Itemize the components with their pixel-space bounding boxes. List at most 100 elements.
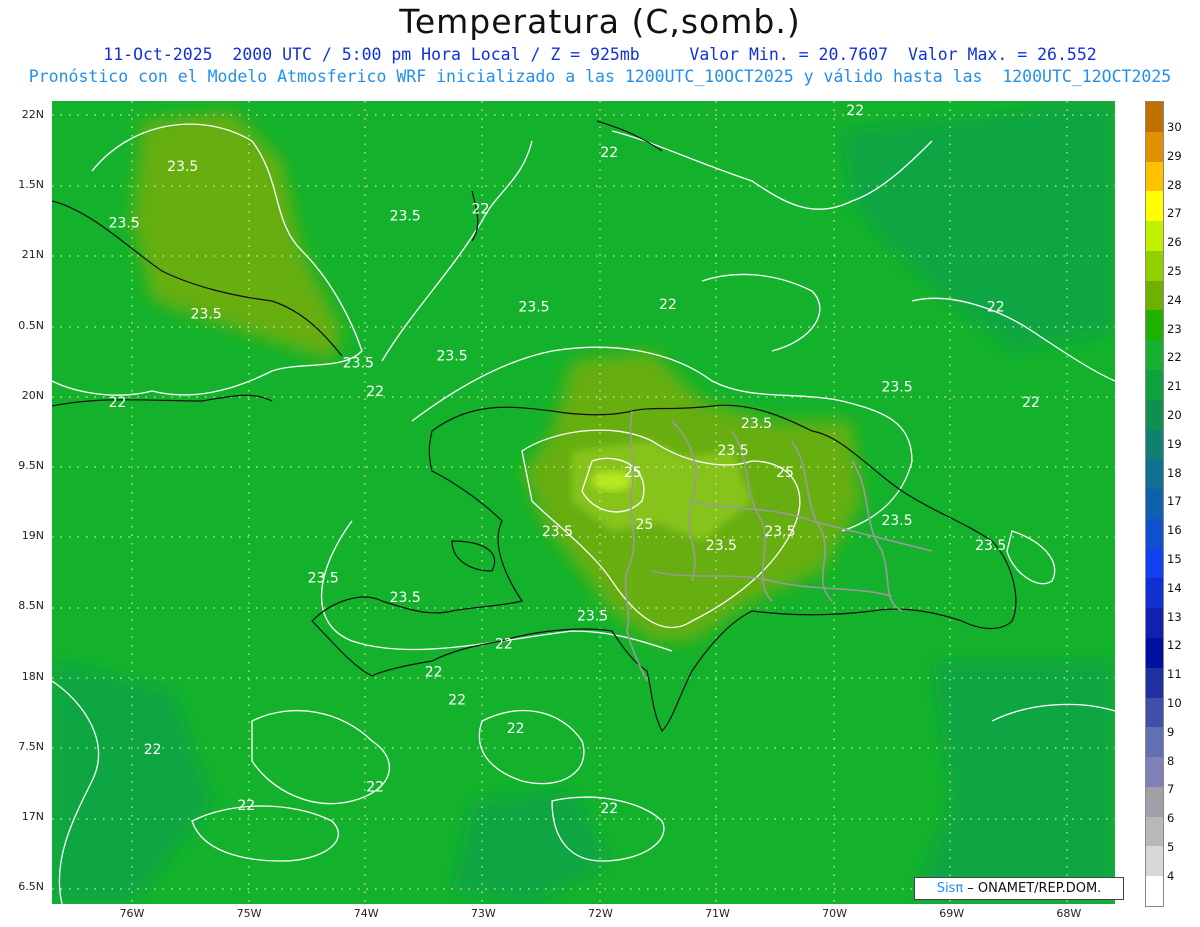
contour-label: 22 [987,300,1005,316]
colorbar-segment [1146,250,1163,282]
colorbar-segment [1146,191,1163,222]
colorbar-segment [1146,846,1163,877]
colorbar-segment [1146,310,1163,341]
colorbar-segment [1146,489,1163,520]
map-title: Temperatura (C,somb.) [399,2,801,41]
colorbar-value: 10 [1167,696,1182,710]
colorbar-segment [1146,102,1163,133]
contour-label: 22 [237,798,255,814]
colorbar-segment [1146,876,1163,907]
colorbar-segment [1146,518,1163,550]
colorbar-segment [1146,727,1163,758]
contour-label: 22 [109,395,127,411]
colorbar [1145,101,1164,907]
colorbar-segment [1146,757,1163,788]
lat-tick-label: 7.5N [18,739,44,753]
colorbar-value: 22 [1167,350,1182,365]
contour-label: 23.5 [191,307,222,323]
contour-label: 23.5 [577,608,608,624]
lat-tick-label: 0.5N [18,318,44,332]
lat-tick-label: 18N [21,669,44,683]
contour-label: 23.5 [167,159,198,175]
colorbar-value: 28 [1167,177,1182,192]
sisp-logo: Sisπ [936,881,964,896]
contour-label: 22 [472,201,490,217]
colorbar-segment [1146,786,1163,818]
contour-label: 22 [659,297,677,313]
contour-label: 23.5 [343,356,374,372]
colorbar-value: 15 [1167,552,1182,566]
colorbar-value: 27 [1167,206,1182,221]
contour-label: 23.5 [706,538,737,554]
colorbar-value: 9 [1167,724,1175,739]
colorbar-segment [1146,638,1163,669]
contour-label: 22 [846,103,864,119]
lat-tick-label: 8.5N [18,599,44,613]
colorbar-segment [1146,221,1163,252]
lat-tick-label: 19N [21,529,44,543]
colorbar-segment [1146,280,1163,311]
contour-label: 23.5 [542,524,573,540]
colorbar-segment [1146,370,1163,401]
colorbar-segment [1146,578,1163,609]
colorbar-value: 21 [1167,379,1182,394]
colorbar-value: 16 [1167,523,1182,538]
lon-tick-label: 70W [822,907,848,920]
lon-tick-label: 72W [587,907,613,920]
colorbar-value: 24 [1167,292,1182,307]
contour-label: 22 [366,780,384,796]
colorbar-value: 20 [1167,408,1182,422]
subtitle-line-1: 11-Oct-2025 2000 UTC / 5:00 pm Hora Loca… [103,45,1097,64]
colorbar-segment [1146,548,1163,579]
colorbar-value: 6 [1167,811,1175,826]
lon-tick-label: 68W [1056,907,1082,920]
colorbar-segment [1146,697,1163,728]
temperature-map: 23.5 23.5 23.5 22 22 22 23.5 23.5 23.5 22 22 23.5 22… [52,101,1115,904]
lat-tick-label: 22N [21,108,44,121]
credit-box: Sisπ – ONAMET/REP.DOM. [914,877,1124,900]
colorbar-value: 7 [1167,782,1175,797]
credit-text: – ONAMET/REP.DOM. [963,881,1102,896]
contour-label: 22 [507,721,525,737]
contour-label: 25 [624,465,642,481]
contour-label: 25 [776,465,794,481]
contour-label: 23.5 [881,513,912,529]
lon-tick-label: 69W [939,907,965,920]
lat-tick-label: 9.5N [18,459,44,472]
colorbar-value: 12 [1167,638,1182,653]
contour-label: 22 [425,665,443,681]
colorbar-value: 19 [1167,436,1182,451]
colorbar-segment [1146,608,1163,639]
colorbar-value: 8 [1167,753,1175,768]
contour-label: 23.5 [764,524,795,540]
contour-label: 22 [1022,395,1040,411]
contour-label: 23.5 [518,300,549,316]
colorbar-value: 30 [1167,120,1182,134]
contour-label: 22 [366,384,384,400]
contour-label: 22 [600,801,618,817]
contour-label: 23.5 [718,443,749,459]
colorbar-segment [1146,667,1163,699]
lon-tick-label: 73W [470,907,496,920]
colorbar-segment [1146,459,1163,490]
colorbar-segment [1146,429,1163,460]
colorbar-value: 29 [1167,148,1182,163]
subtitle-line-2: Pronóstico con el Modelo Atmosferico WRF… [28,67,1172,86]
lat-tick-label: 1.5N [18,178,44,192]
lon-tick-label: 76W [119,907,145,920]
lat-tick-label: 6.5N [18,880,44,894]
colorbar-value: 17 [1167,494,1182,509]
lat-tick-label: 17N [21,810,44,823]
colorbar-value: 4 [1167,868,1175,883]
colorbar-segment [1146,161,1163,192]
colorbar-value: 5 [1167,840,1175,854]
lon-tick-label: 74W [353,907,379,920]
colorbar-segment [1146,816,1163,847]
colorbar-segment [1146,131,1163,163]
lon-tick-label: 71W [705,907,730,920]
colorbar-value: 25 [1167,264,1182,278]
contour-label: 23.5 [975,538,1006,554]
contour-label: 22 [600,145,618,161]
lon-tick-label: 75W [236,907,262,920]
contour-label: 22 [495,637,513,653]
